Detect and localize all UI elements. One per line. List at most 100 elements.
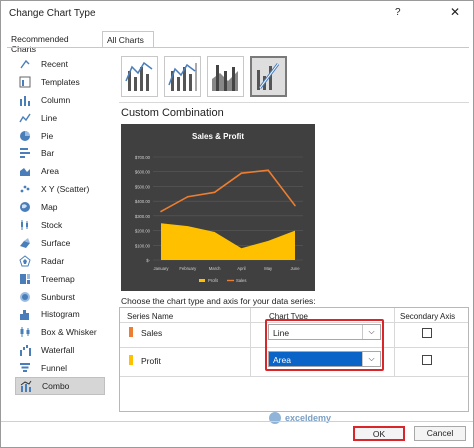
sidebar-item-funnel[interactable]: Funnel [15,359,105,377]
help-button[interactable]: ? [395,7,401,18]
combo-chart-icon [19,380,33,392]
chart-svg: Sales & Profit $700.00 $600.00 $500.00 $400.… [135,132,303,283]
tab-recommended-charts[interactable]: Recommended Charts [7,31,100,54]
column-divider [250,308,251,376]
column-chart-icon [18,94,32,106]
x-tick-label: June [290,266,300,271]
column-divider [394,308,395,376]
sidebar-item-treemap[interactable]: Treemap [15,270,105,288]
surface-chart-icon [18,237,32,249]
sidebar-item-waterfall[interactable]: Waterfall [15,341,105,359]
sidebar-item-stock[interactable]: Stock [15,216,105,234]
y-tick-label: $700.00 [135,155,151,160]
combo-secondary-axis-thumb[interactable] [164,56,201,97]
x-tick-label: April [237,266,245,271]
series-color-swatch [129,327,133,337]
sidebar-item-recent[interactable]: Recent [15,55,105,73]
sales-point [294,204,296,207]
sidebar-item-bar[interactable]: Bar [15,144,105,162]
sidebar-item-label: Recent [41,58,68,69]
sales-point [187,195,189,198]
sidebar-item-surface[interactable]: Surface [15,234,105,252]
sidebar-item-label: Radar [41,255,65,266]
sidebar-item-radar[interactable]: Radar [15,252,105,270]
sidebar-item-map[interactable]: Map [15,198,105,216]
highlight-box [265,319,384,371]
sidebar-item-area[interactable]: Area [15,162,105,180]
profit-area [161,223,295,260]
legend-label: Sales [236,278,246,283]
stock-chart-icon [18,219,32,231]
waterfall-chart-icon [18,344,32,357]
y-tick-label: $300.00 [135,214,151,219]
sidebar-item-sunburst[interactable]: Sunburst [15,288,105,306]
row-divider [120,376,468,377]
funnel-chart-icon [18,362,32,374]
title-bar: Change Chart Type ? ✕ [1,1,473,25]
change-chart-type-dialog: Change Chart Type ? ✕ Recommended Charts… [0,0,474,448]
x-tick-label: May [264,266,273,271]
x-tick-label: February [179,266,197,271]
custom-combination-thumb[interactable] [250,56,287,97]
sidebar-item-label: Histogram [41,309,80,320]
y-tick-label: $500.00 [135,184,151,189]
combo-stacked-area-thumb[interactable] [207,56,244,97]
combo-clustered-column-line-thumb[interactable] [121,56,158,97]
footer-divider [1,421,473,422]
sidebar-item-box-whisker[interactable]: Box & Whisker [15,323,105,341]
sidebar-item-label: Column [41,94,71,105]
sales-secondary-axis-checkbox[interactable] [422,328,432,338]
chart-title: Sales & Profit [192,132,244,141]
series-name-profit: Profit [141,356,161,366]
sidebar-item-label: Surface [41,237,71,248]
chart-category-list: Recent Templates Column Line Pie Bar Area X Y (… [15,55,105,395]
pie-chart-icon [18,130,32,142]
y-tick-label: $100.00 [135,243,151,248]
sales-point [267,169,269,172]
sidebar-item-label: Treemap [41,273,75,284]
treemap-chart-icon [18,273,32,285]
sales-point [160,210,162,213]
sidebar-item-label: X Y (Scatter) [41,184,90,195]
section-title: Custom Combination [121,107,224,119]
sales-line [160,169,296,213]
sidebar-item-label: Funnel [41,363,67,374]
chart-preview: Sales & Profit $700.00 $600.00 $500.00 $400.… [121,124,315,291]
watermark: exceldemy [269,412,331,424]
cancel-button[interactable]: Cancel [414,426,466,441]
sidebar-item-label: Stock [41,219,63,230]
map-chart-icon [18,201,32,213]
area-chart-icon [18,165,32,177]
sidebar-item-x-y-scatter[interactable]: X Y (Scatter) [15,180,105,198]
ok-button[interactable]: OK [353,426,405,441]
series-color-swatch [129,355,133,365]
sidebar-item-label: Templates [41,76,80,87]
sidebar-item-histogram[interactable]: Histogram [15,305,105,323]
header-series-name: Series Name [127,312,174,321]
close-button[interactable]: ✕ [450,5,460,19]
dialog-title: Change Chart Type [9,8,96,19]
sidebar-item-label: Area [41,166,59,177]
sidebar-item-label: Line [41,112,58,123]
sidebar-item-label: Waterfall [41,345,75,356]
series-name-sales: Sales [141,328,163,338]
sidebar-item-line[interactable]: Line [15,109,105,127]
bar-chart-icon [18,147,32,159]
sidebar-item-templates[interactable]: Templates [15,73,105,91]
sidebar-item-label: Box & Whisker [41,327,97,338]
histogram-chart-icon [18,308,32,321]
tab-all-charts[interactable]: All Charts [102,31,154,48]
scatter-chart-icon [18,183,32,195]
tab-divider [7,47,469,48]
y-tick-label: $400.00 [135,199,151,204]
sidebar-item-label: Map [41,202,58,213]
sidebar-item-combo[interactable]: Combo [15,377,105,395]
line-chart-icon [18,112,32,124]
profit-secondary-axis-checkbox[interactable] [422,355,432,365]
sales-point [213,191,216,194]
sidebar-item-column[interactable]: Column [15,91,105,109]
x-tick-label: January [154,266,170,271]
sidebar-item-pie[interactable]: Pie [15,127,105,145]
box-whisker-chart-icon [18,326,32,338]
exceldemy-logo-icon [269,412,281,424]
